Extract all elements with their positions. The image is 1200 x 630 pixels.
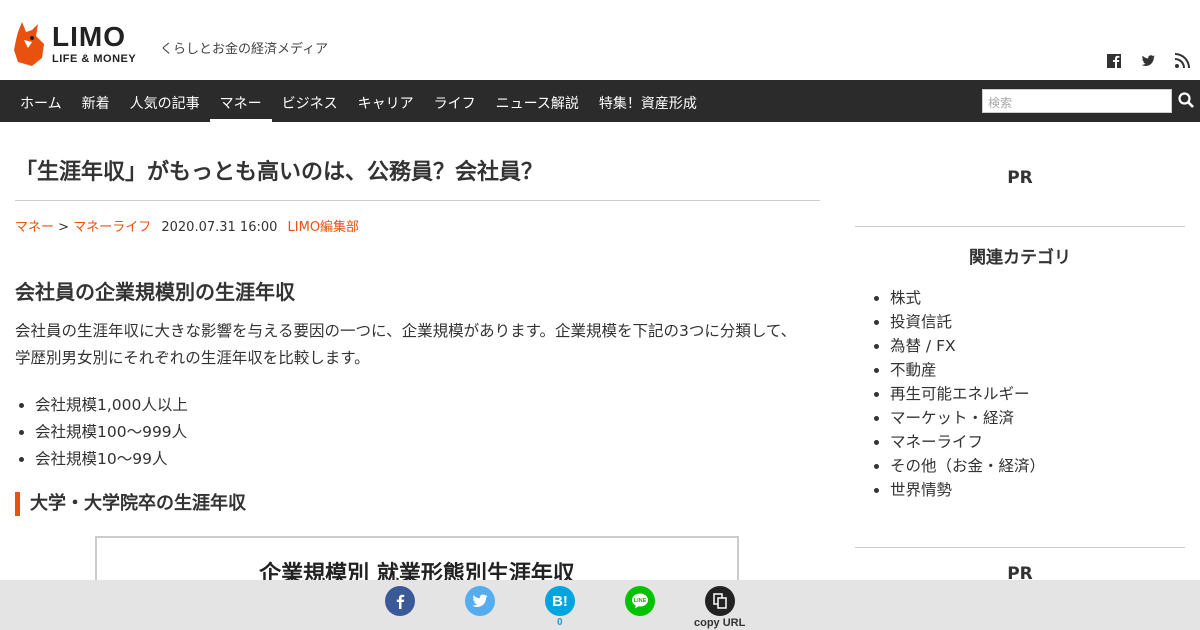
hatena-bookmark-button[interactable]: B! <box>545 586 575 616</box>
copy-url-button[interactable] <box>705 586 735 616</box>
line-share-button[interactable]: LINE <box>625 586 655 616</box>
facebook-share-button[interactable] <box>385 586 415 616</box>
title-divider <box>15 200 820 201</box>
twitter-icon <box>472 594 488 607</box>
article-title: 「生涯年収」がもっとも高いのは、公務員？会社員？ <box>15 160 544 185</box>
company-size-list: 会社規模1,000人以上 会社規模100～999人 会社規模10～99人 <box>35 392 188 473</box>
logo-name: LIMO <box>52 21 126 52</box>
share-bar: B! 0 LINE copy URL <box>0 580 1200 630</box>
nav-item[interactable]: ビジネス <box>272 80 348 122</box>
sidebar-divider <box>855 226 1185 227</box>
category-link[interactable]: 世界情勢 <box>890 478 1045 502</box>
twitter-share-button[interactable] <box>465 586 495 616</box>
nav-item[interactable]: ニュース解説 <box>486 80 589 122</box>
site-header: LIMO LIFE & MONEY くらしとお金の経済メディア <box>0 0 1200 80</box>
related-categories-heading: 関連カテゴリ <box>969 248 1071 268</box>
copy-icon <box>713 593 727 609</box>
logo-subtitle: LIFE & MONEY <box>52 53 137 65</box>
breadcrumb-money[interactable]: マネー <box>15 220 54 235</box>
category-link[interactable]: その他（お金・経済） <box>890 454 1045 478</box>
category-link[interactable]: 不動産 <box>890 358 1045 382</box>
category-link[interactable]: 株式 <box>890 286 1045 310</box>
publish-date: 2020.07.31 16:00 <box>161 220 278 235</box>
category-link[interactable]: マーケット・経済 <box>890 406 1045 430</box>
search-icon[interactable] <box>1178 92 1194 108</box>
nav-item[interactable]: 特集！資産形成 <box>589 80 707 122</box>
nav-item[interactable]: ホーム <box>10 80 72 122</box>
author-link[interactable]: LIMO編集部 <box>288 220 360 235</box>
category-link[interactable]: 再生可能エネルギー <box>890 382 1045 406</box>
nav-item[interactable]: キャリア <box>348 80 424 122</box>
category-link[interactable]: マネーライフ <box>890 430 1045 454</box>
fox-logo-icon <box>12 22 46 66</box>
tagline: くらしとお金の経済メディア <box>160 42 329 57</box>
svg-text:LINE: LINE <box>634 598 647 604</box>
subsection-heading: 大学・大学院卒の生涯年収 <box>15 492 246 516</box>
nav-item[interactable]: マネー <box>209 80 272 122</box>
article-meta: マネー > マネーライフ 2020.07.31 16:00 LIMO編集部 <box>15 216 359 235</box>
line-icon: LINE <box>632 593 648 609</box>
nav-item[interactable]: 人気の記事 <box>120 80 210 122</box>
nav-item[interactable]: 新着 <box>72 80 120 122</box>
category-link[interactable]: 投資信託 <box>890 310 1045 334</box>
list-item: 会社規模10～99人 <box>35 446 188 473</box>
breadcrumb-money-life[interactable]: マネーライフ <box>73 220 151 235</box>
hatena-bookmark-count: 0 <box>557 617 563 628</box>
category-link[interactable]: 為替 / FX <box>890 334 1045 358</box>
sidebar-divider <box>855 547 1185 548</box>
twitter-icon[interactable] <box>1140 53 1156 69</box>
site-logo[interactable]: LIMO LIFE & MONEY <box>12 22 136 66</box>
list-item: 会社規模100～999人 <box>35 419 188 446</box>
facebook-icon <box>396 594 405 609</box>
list-item: 会社規模1,000人以上 <box>35 392 188 419</box>
nav-item[interactable]: ライフ <box>424 80 486 122</box>
category-list: 株式投資信託為替 / FX不動産再生可能エネルギーマーケット・経済マネーライフそ… <box>890 286 1045 502</box>
rss-icon[interactable] <box>1174 53 1190 69</box>
hatena-bookmark-icon: B! <box>552 592 568 610</box>
facebook-icon[interactable] <box>1106 53 1122 69</box>
copy-url-label: copy URL <box>694 617 746 629</box>
search-input[interactable]: 検索 <box>982 89 1172 113</box>
section-heading: 会社員の企業規模別の生涯年収 <box>15 280 295 304</box>
breadcrumb-separator: > <box>58 220 70 235</box>
pr-label: PR <box>1007 168 1033 188</box>
social-links <box>1106 53 1190 69</box>
article-paragraph: 会社員の生涯年収に大きな影響を与える要因の一つに、企業規模があります。企業規模を… <box>15 322 797 367</box>
